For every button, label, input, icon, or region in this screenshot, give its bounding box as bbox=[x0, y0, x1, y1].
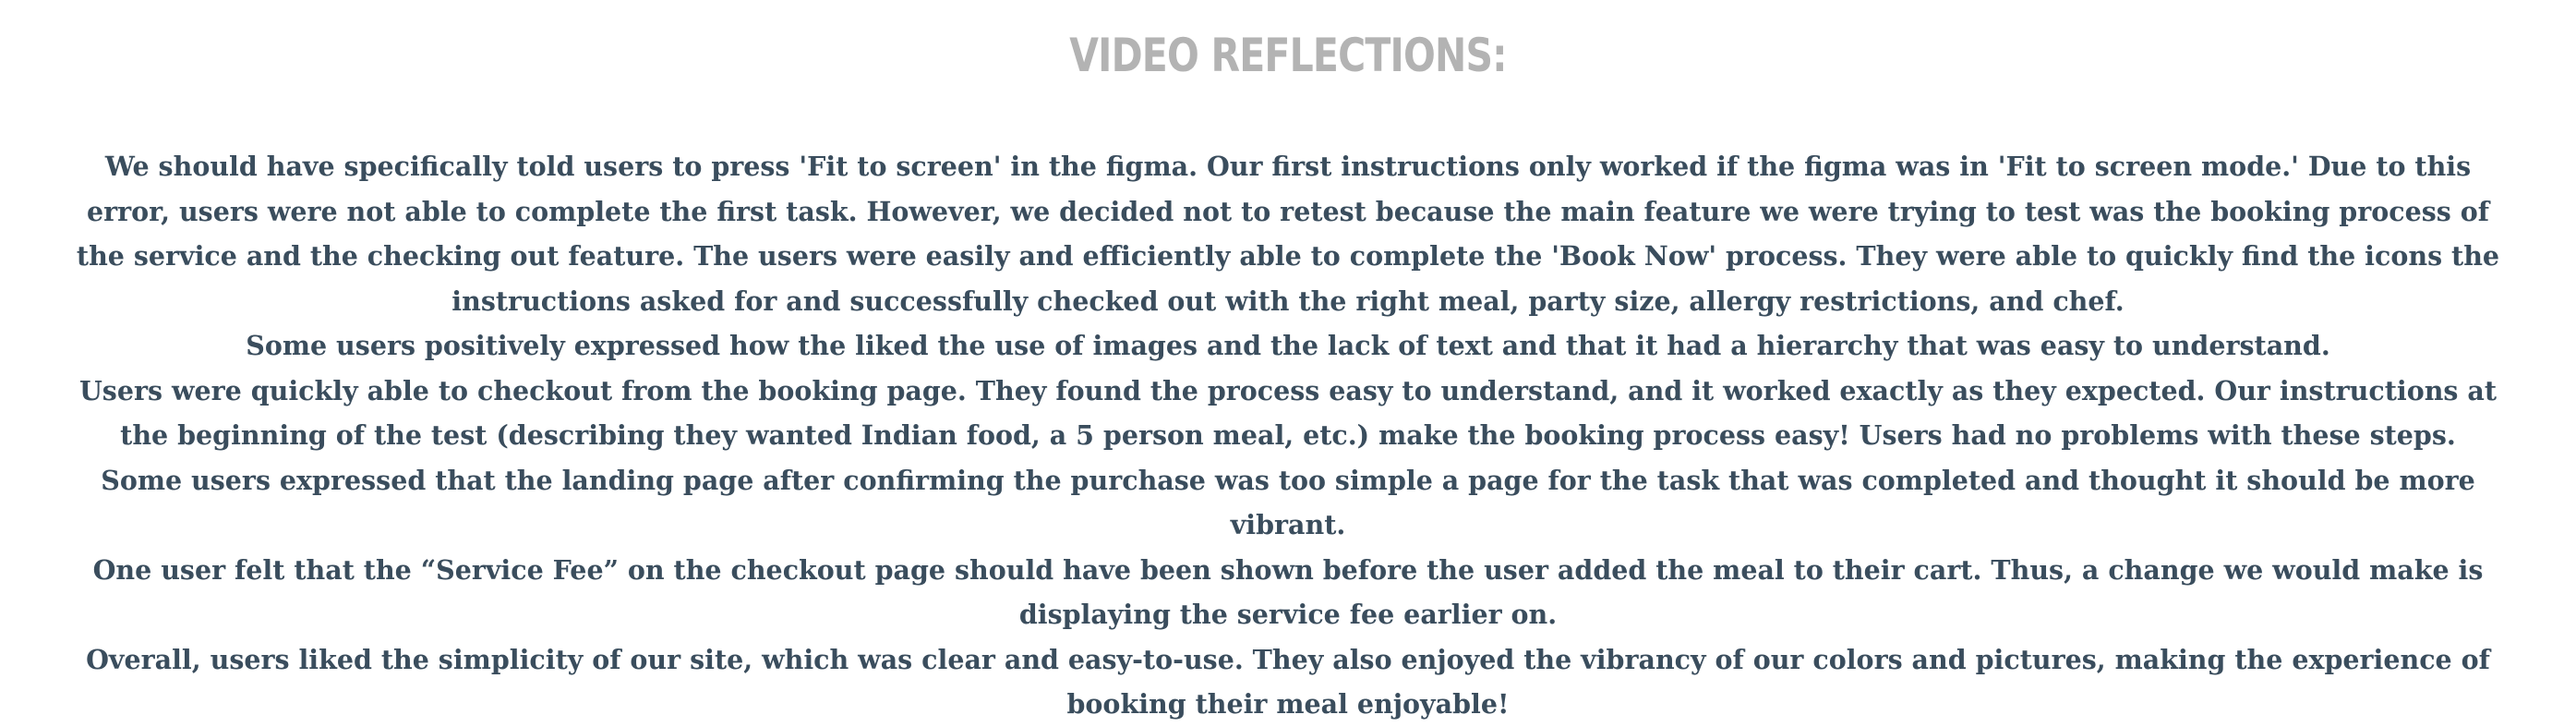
reflection-paragraph: One user felt that the “Service Fee” on … bbox=[92, 553, 2484, 631]
page-title: VIDEO REFLECTIONS: bbox=[1069, 29, 1507, 82]
page: VIDEO REFLECTIONS: We should have specif… bbox=[0, 0, 2576, 720]
reflection-paragraph: Some users positively expressed how the … bbox=[246, 330, 2330, 361]
reflection-paragraph: Some users expressed that the landing pa… bbox=[101, 464, 2475, 541]
reflection-paragraph: Overall, users liked the simplicity of o… bbox=[86, 643, 2490, 721]
reflection-paragraph: Users were quickly able to checkout from… bbox=[78, 374, 2498, 452]
reflections-body: We should have specifically told users t… bbox=[69, 144, 2507, 727]
reflection-paragraph: We should have specifically told users t… bbox=[76, 151, 2500, 317]
